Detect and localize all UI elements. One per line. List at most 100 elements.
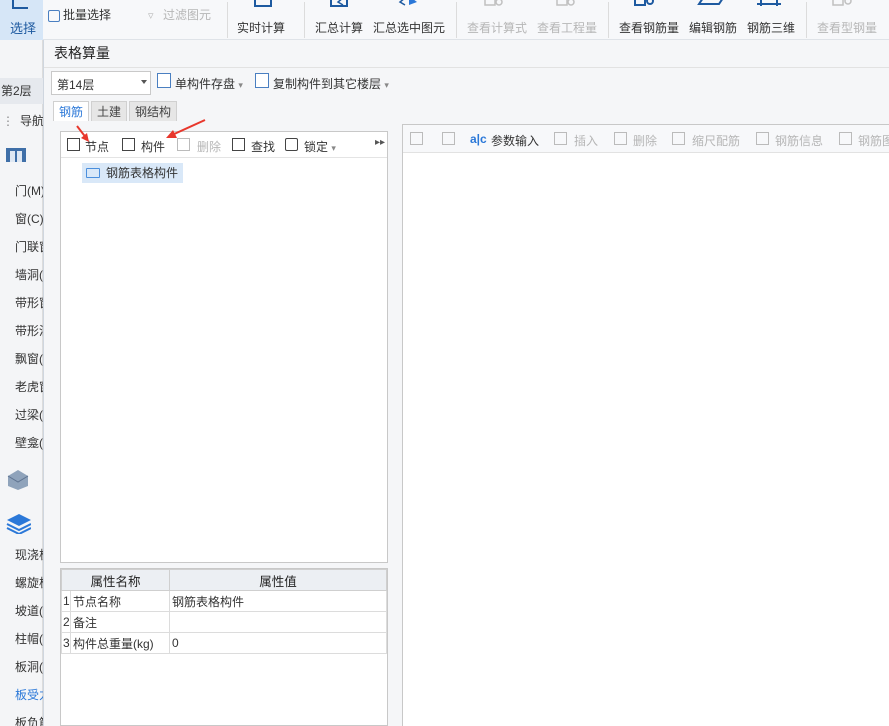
find-button[interactable]: 查找 — [251, 138, 275, 155]
scale-rebar-icon — [672, 132, 685, 145]
row-value[interactable]: 钢筋表格构件 — [169, 590, 387, 612]
add-node-icon — [67, 138, 80, 151]
nav-item-strip-opening[interactable]: 带形洞 — [15, 321, 43, 341]
drag-handle-icon[interactable]: ⋮ — [2, 110, 14, 132]
sum-selected-icon — [398, 0, 417, 6]
scale-rebar-button[interactable]: 缩尺配筋 — [692, 132, 740, 149]
component-tree-pane: 节点 构件 删除 查找 锁定 ▾ ▸▸ 钢筋表格构件 — [60, 131, 388, 563]
table-row[interactable]: 1 节点名称 钢筋表格构件 — [61, 590, 387, 612]
tab-civil[interactable]: 土建 — [91, 101, 128, 121]
nav-item-column-cap[interactable]: 柱帽( — [15, 629, 43, 649]
view-steel-icon — [832, 0, 852, 6]
lock-button[interactable]: 锁定 ▾ — [304, 138, 336, 155]
floor-select[interactable]: 第14层 — [51, 71, 151, 95]
view-formula-icon — [484, 0, 503, 6]
overflow-icon[interactable]: ▸▸ — [375, 137, 385, 148]
table-calc-dialog: 表格算量 第14层 单构件存盘 ▾ 复制构件到其它楼层 ▾ 钢筋 土建 钢结构 … — [43, 40, 889, 726]
nav-item-lintel[interactable]: 过梁( — [15, 405, 43, 425]
row-name: 节点名称 — [70, 590, 170, 612]
floor-tab[interactable]: 第2层 — [0, 78, 43, 104]
filter-icon: ▿ — [148, 9, 154, 22]
add-component-button[interactable]: 构件 — [141, 138, 165, 155]
tab-steel-structure[interactable]: 钢结构 — [129, 101, 178, 121]
nav-header: ⋮ 导航 — [0, 110, 43, 132]
ribbon-divider — [456, 2, 457, 38]
dialog-toolbar: 第14层 单构件存盘 ▾ 复制构件到其它楼层 ▾ — [44, 67, 889, 97]
insert-button[interactable]: 插入 — [574, 132, 598, 149]
move-down-icon[interactable] — [442, 132, 455, 145]
move-up-icon[interactable] — [410, 132, 423, 145]
table-row[interactable]: 2 备注 — [61, 611, 387, 633]
row-name: 构件总重量(kg) — [70, 632, 170, 654]
door-window-category-icon[interactable] — [5, 146, 29, 164]
find-icon — [232, 138, 245, 151]
app-window: 选择 批量选择 ▿ 过滤图元 实时计算 汇总计算 汇总选中图元 查看计算式 查看… — [0, 0, 889, 726]
rebar-detail-pane: a|c 参数输入 插入 删除 缩尺配筋 钢筋信息 钢筋图 — [402, 124, 889, 726]
select-label: 选择 — [10, 21, 37, 36]
save-icon — [157, 73, 171, 88]
param-input-icon: a|c — [470, 132, 487, 146]
nav-item-strip-window[interactable]: 带形窗 — [15, 293, 43, 313]
property-table: 属性名称 属性值 1 节点名称 钢筋表格构件 2 备注 3 构件总重量(kg) … — [60, 568, 388, 726]
batch-select-button[interactable]: 批量选择 — [48, 6, 111, 23]
ribbon-toolbar: 选择 批量选择 ▿ 过滤图元 实时计算 汇总计算 汇总选中图元 查看计算式 查看… — [0, 0, 889, 40]
copy-to-floors-button[interactable]: 复制构件到其它楼层 ▾ — [273, 75, 389, 92]
slab-category-icon[interactable] — [5, 510, 31, 534]
nav-item-cast-slab[interactable]: 现浇板 — [15, 545, 43, 565]
save-single-component-button[interactable]: 单构件存盘 ▾ — [175, 75, 243, 92]
nav-item-spiral-slab[interactable]: 螺旋板 — [15, 573, 43, 593]
insert-icon — [554, 132, 567, 145]
nav-item-dormer[interactable]: 老虎窗 — [15, 377, 43, 397]
nav-item-door[interactable]: 门(M) — [15, 181, 43, 201]
rebar-3d-icon — [757, 0, 781, 6]
calc-icon — [254, 0, 272, 7]
rebar-diagram-button[interactable]: 钢筋图 — [858, 132, 889, 149]
filter-element-button[interactable]: ▿ 过滤图元 — [148, 6, 211, 23]
chevron-down-icon: ▾ — [384, 80, 389, 90]
table-row[interactable]: 3 构件总重量(kg) 0 — [61, 632, 387, 654]
nav-item-window[interactable]: 窗(C) — [15, 209, 43, 229]
row-index: 2 — [61, 611, 71, 633]
tree-toolbar: 节点 构件 删除 查找 锁定 ▾ ▸▸ — [61, 132, 387, 158]
tree-node-root[interactable]: 钢筋表格构件 — [82, 163, 184, 183]
dialog-title: 表格算量 — [54, 45, 110, 61]
ribbon-divider — [304, 2, 305, 38]
table-header-row: 属性名称 属性值 — [61, 569, 387, 591]
ribbon-divider — [608, 2, 609, 38]
param-input-button[interactable]: 参数输入 — [491, 132, 539, 149]
row-value[interactable]: 0 — [169, 632, 387, 654]
nav-item-slab-negative-rebar[interactable]: 板负筋 — [15, 713, 43, 726]
delete-row-button[interactable]: 删除 — [633, 132, 657, 149]
view-quantity-icon — [556, 0, 575, 6]
nav-item-slab-opening[interactable]: 板洞( — [15, 657, 43, 677]
lock-icon — [285, 138, 298, 151]
nav-item-niche[interactable]: 壁龛( — [15, 433, 43, 453]
edit-rebar-icon — [697, 0, 723, 5]
navigation-sidebar: 第2层 ⋮ 导航 门(M) 窗(C) 门联窗 墙洞(D) 带形窗 带形洞 飘窗(… — [0, 40, 43, 726]
column-category-icon[interactable] — [5, 466, 31, 490]
view-rebar-icon — [634, 0, 654, 6]
nav-item-door-window[interactable]: 门联窗 — [15, 237, 43, 257]
rebar-diagram-icon — [839, 132, 852, 145]
rebar-info-button[interactable]: 钢筋信息 — [775, 132, 823, 149]
nav-item-slab-rebar[interactable]: 板受力 — [15, 685, 43, 705]
col-header-name: 属性名称 — [61, 569, 170, 591]
detail-toolbar: a|c 参数输入 插入 删除 缩尺配筋 钢筋信息 钢筋图 — [403, 125, 889, 153]
trash-icon — [614, 132, 627, 145]
row-value[interactable] — [169, 611, 387, 633]
delete-button[interactable]: 删除 — [197, 138, 221, 155]
chevron-down-icon: ▾ — [238, 80, 243, 90]
sum-icon — [330, 0, 348, 7]
ribbon-divider — [806, 2, 807, 38]
add-node-button[interactable]: 节点 — [85, 138, 109, 155]
chevron-down-icon: ▾ — [331, 143, 336, 153]
row-index: 3 — [61, 632, 71, 654]
nav-item-wall-opening[interactable]: 墙洞(D) — [15, 265, 43, 285]
tab-rebar[interactable]: 钢筋 — [53, 101, 90, 121]
nav-item-ramp[interactable]: 坡道( — [15, 601, 43, 621]
folder-icon — [86, 167, 100, 178]
select-button[interactable]: 选择 — [0, 0, 43, 40]
nav-item-bay-window[interactable]: 飘窗( — [15, 349, 43, 369]
trash-icon — [177, 138, 190, 151]
col-header-value: 属性值 — [169, 569, 387, 591]
